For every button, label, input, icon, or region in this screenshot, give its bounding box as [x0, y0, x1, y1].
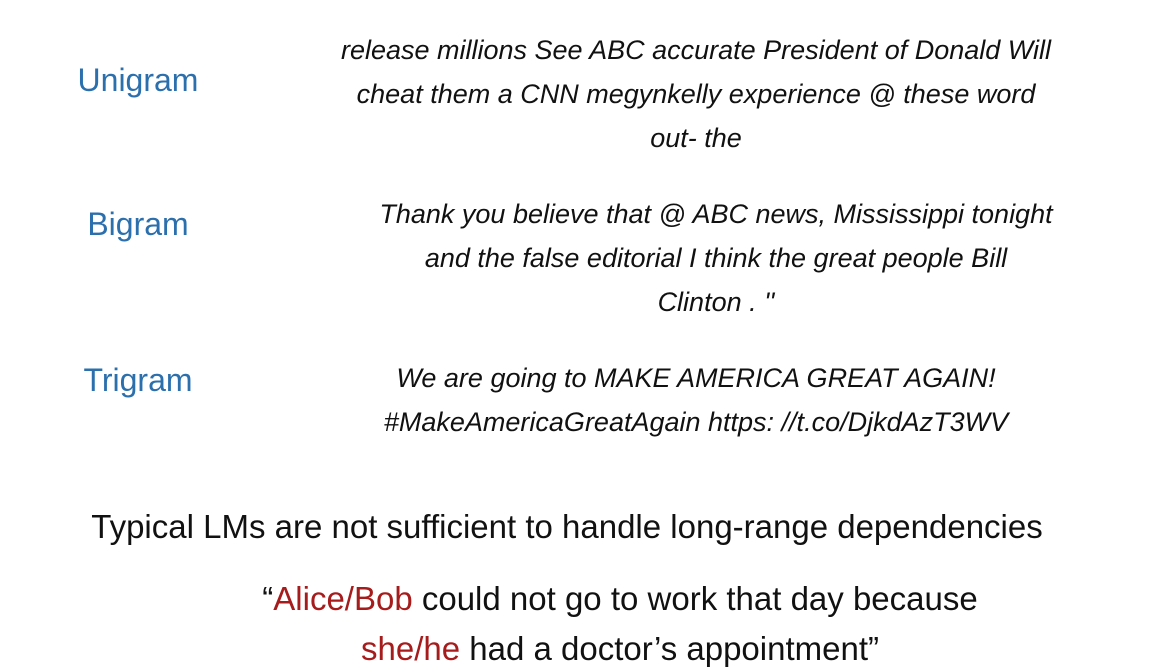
quote-subject-1: Alice/Bob	[273, 580, 413, 617]
trigram-label: Trigram	[83, 362, 193, 398]
unigram-label: Unigram	[77, 62, 199, 98]
sample-line: cheat them a CNN megynkelly experience @…	[356, 79, 1036, 109]
open-quote-mark: “	[262, 580, 274, 617]
quote-text-2: had a doctor’s appointment	[460, 630, 868, 667]
sample-line: #MakeAmericaGreatAgain https: //t.co/Djk…	[383, 407, 1009, 437]
trigram-sample: We are going to MAKE AMERICA GREAT AGAIN…	[276, 356, 1116, 444]
sample-line: We are going to MAKE AMERICA GREAT AGAIN…	[396, 363, 996, 393]
sample-line: out- the	[650, 123, 742, 153]
quote-line-2: she/he had a doctor’s appointment”	[0, 630, 1160, 668]
close-quote-mark: ”	[868, 630, 879, 667]
quote-line-1: “Alice/Bob could not go to work that day…	[0, 580, 1160, 618]
unigram-sample: release millions See ABC accurate Presid…	[276, 28, 1116, 160]
sample-line: release millions See ABC accurate Presid…	[340, 35, 1052, 65]
sample-line: and the false editorial I think the grea…	[424, 243, 1008, 273]
bigram-label: Bigram	[87, 206, 189, 242]
sample-line: Clinton . ''	[657, 287, 775, 317]
sample-line: Thank you believe that @ ABC news, Missi…	[379, 199, 1053, 229]
quote-subject-2: she/he	[361, 630, 461, 667]
long-range-statement: Typical LMs are not sufficient to handle…	[91, 508, 1043, 545]
quote-text-1: could not go to work that day because	[412, 580, 978, 617]
bigram-sample: Thank you believe that @ ABC news, Missi…	[296, 192, 1136, 324]
